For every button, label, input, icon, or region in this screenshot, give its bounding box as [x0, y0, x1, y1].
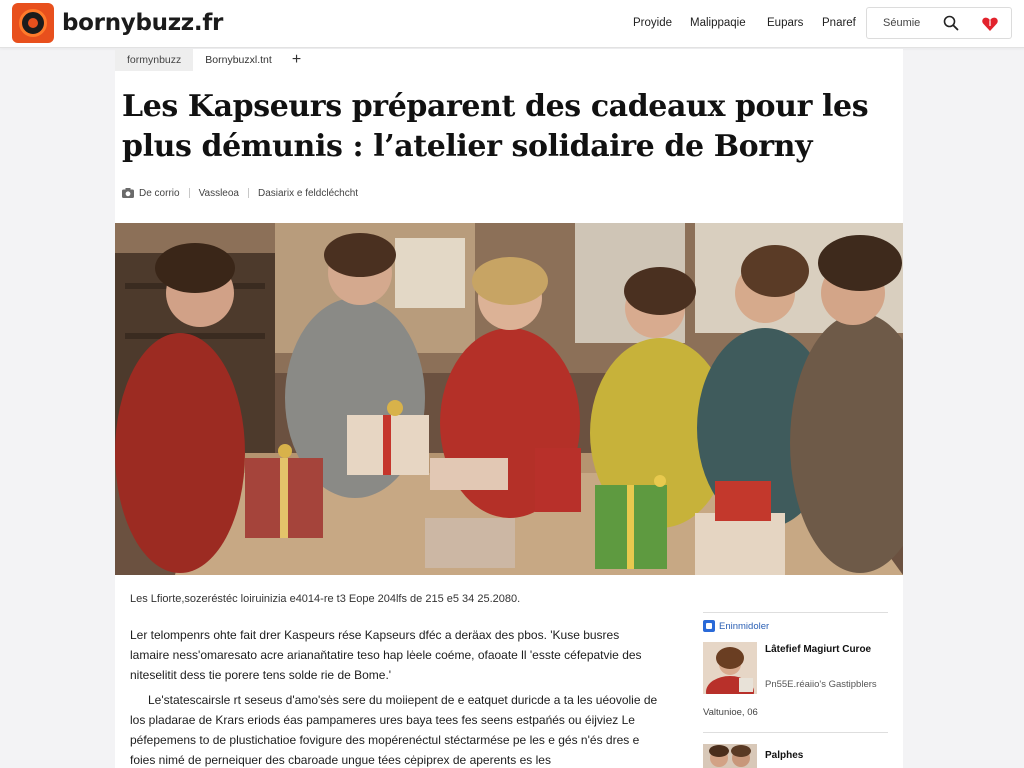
camera-icon — [122, 188, 134, 198]
sidebar-divider — [703, 612, 888, 613]
meta-author[interactable]: De corrio — [139, 188, 180, 199]
nav-item-3[interactable]: Eupars — [767, 17, 803, 29]
site-logo-link[interactable]: bornybuzz.fr — [12, 3, 223, 43]
related-title[interactable]: Lâtefief Magiurt Curoe — [765, 642, 885, 657]
meta-date: Dasiarix e feldcléchcht — [257, 187, 359, 199]
related-title[interactable]: Palphes — [765, 750, 803, 761]
article-paragraph-2: Le'statescairsle rt seseus d'amo'sės ser… — [130, 693, 658, 767]
article-meta: De corrio Vassleoa Dasiarix e feldcléchc… — [122, 186, 358, 200]
related-thumbnail[interactable] — [703, 744, 757, 768]
site-header: bornybuzz.fr Proyide Malippaqie Eupars P… — [0, 0, 1024, 48]
sidebar-heading: Eninmidoler — [703, 620, 769, 632]
add-tab-icon[interactable]: + — [284, 49, 309, 71]
meta-category[interactable]: Vassleoa — [199, 188, 239, 199]
related-subtitle: Pn55E.réaiio's Gastipblers — [765, 679, 877, 690]
related-sidebar: Eninmidoler Lâtefief Magiurt Curoe Pn55E… — [703, 612, 888, 768]
article-headline: Les Kapseurs préparent des cadeaux pour … — [122, 89, 869, 164]
tab-bornybuzxl[interactable]: Bornybuzxl.tnt — [193, 49, 284, 71]
meta-divider — [247, 188, 249, 198]
sidebar-heading-label: Eninmidoler — [719, 620, 770, 632]
heart-icon[interactable] — [981, 15, 999, 33]
related-date: Valtunioe, 06 — [703, 707, 758, 718]
nav-item-4[interactable]: Pnaref — [822, 17, 856, 29]
news-icon — [703, 620, 715, 632]
nav-item-2[interactable]: Malippaqie — [690, 17, 746, 29]
search-box[interactable]: Séumie — [866, 7, 1012, 39]
tab-formynbuzz[interactable]: formynbuzz — [115, 49, 194, 71]
photo-caption: Les Lfiorte,sozeréstéc loiruinizia e4014… — [130, 593, 521, 605]
breadcrumb-tabs: formynbuzz Bornybuzxl.tnt + — [115, 49, 309, 71]
search-icon[interactable] — [943, 15, 959, 31]
related-thumbnail[interactable] — [703, 642, 757, 694]
sidebar-divider — [703, 732, 888, 733]
nav-item-1[interactable]: Proyide — [633, 17, 672, 29]
article-paragraph-1: Ler telompenrs ohte fait drer Kaspeurs r… — [130, 628, 642, 682]
search-label: Séumie — [883, 17, 921, 29]
camera-lens-logo-icon — [12, 3, 54, 43]
meta-divider — [188, 188, 190, 198]
site-name: bornybuzz.fr — [62, 10, 224, 36]
article-photo — [115, 223, 903, 575]
